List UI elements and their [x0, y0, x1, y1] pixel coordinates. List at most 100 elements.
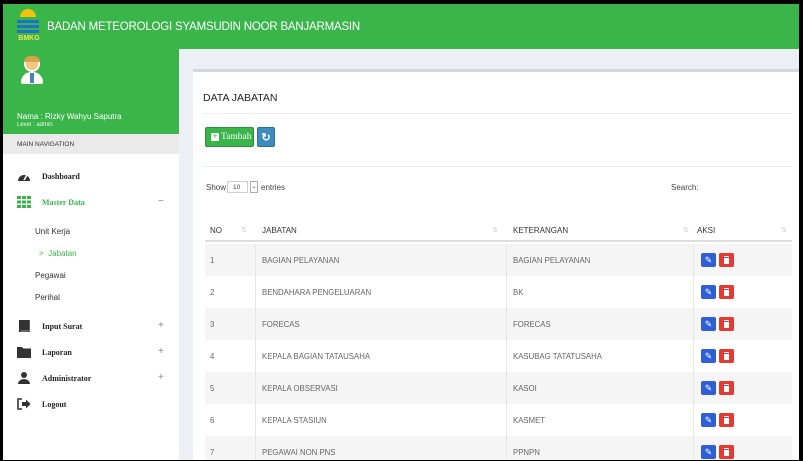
trash-icon[interactable]: [719, 413, 734, 427]
cell-keterangan: PPNPN: [513, 448, 540, 457]
trash-icon[interactable]: [719, 381, 734, 395]
edit-icon[interactable]: ✎: [701, 349, 716, 363]
cell-jabatan: PEGAWAI NON PNS: [262, 448, 336, 457]
grid-icon: [17, 196, 31, 208]
cell-jabatan: KEPALA STASIUN: [262, 416, 327, 425]
sidebar-item-input-surat[interactable]: Input Surat +: [3, 315, 179, 337]
cell-keterangan: BAGIAN PELAYANAN: [513, 256, 591, 265]
refresh-button[interactable]: ↻: [257, 127, 275, 147]
cell-no: 1: [210, 256, 215, 265]
cell-no: 5: [210, 384, 215, 393]
nav-header: MAIN NAVIGATION: [3, 134, 179, 154]
edit-icon[interactable]: ✎: [701, 317, 716, 331]
avatar: [21, 56, 43, 84]
cell-keterangan: BK: [513, 288, 524, 297]
sort-icon[interactable]: ⇅: [492, 226, 498, 234]
sidebar-item-logout[interactable]: Logout: [3, 393, 179, 415]
edit-icon[interactable]: ✎: [701, 381, 716, 395]
sort-icon[interactable]: ⇅: [683, 226, 689, 234]
search-label: Search:: [671, 183, 699, 192]
table-row: 5 KEPALA OBSERVASI KASOI ✎: [205, 372, 792, 404]
sidebar-item-label: Input Surat: [42, 322, 83, 331]
expand-icon[interactable]: +: [158, 320, 164, 331]
plus-icon: +: [211, 132, 219, 141]
sidebar-item-label: Administrator: [42, 374, 92, 383]
entries-label: entries: [261, 183, 286, 192]
table-header: NO ⇅ JABATAN ⇅ KETERANGAN ⇅ AKSI ⇅: [205, 217, 792, 242]
sidebar-subitem-pegawai[interactable]: Pegawai: [35, 271, 66, 280]
cell-no: 4: [210, 352, 215, 361]
cell-no: 3: [210, 320, 215, 329]
trash-icon[interactable]: [719, 285, 734, 299]
top-bar: BMKG BADAN METEOROLOGI SYAMSUDIN NOOR BA…: [3, 4, 799, 49]
cell-jabatan: KEPALA BAGIAN TATAUSAHA: [262, 352, 371, 361]
trash-icon[interactable]: [719, 445, 734, 459]
sort-icon[interactable]: ⇅: [781, 226, 787, 234]
cell-jabatan: KEPALA OBSERVASI: [262, 384, 338, 393]
cell-no: 7: [210, 448, 215, 457]
page-title: DATA JABATAN: [203, 92, 278, 104]
logo-text: BMKG: [18, 35, 40, 42]
logout-icon: [17, 398, 31, 410]
dashboard-icon: [18, 174, 30, 181]
sidebar-item-label: Laporan: [42, 348, 72, 357]
expand-icon[interactable]: +: [158, 346, 164, 357]
sidebar-item-dashboard[interactable]: Dashboard: [3, 165, 179, 187]
edit-icon[interactable]: ✎: [701, 413, 716, 427]
column-header-aksi: AKSI: [697, 226, 716, 235]
cell-keterangan: KASMET: [513, 416, 546, 425]
sidebar: Nama : Rizky Wahyu Saputra Level : admin…: [3, 49, 179, 460]
sidebar-item-administrator[interactable]: Administrator +: [3, 367, 179, 389]
trash-icon[interactable]: [719, 349, 734, 363]
sidebar-item-master-data[interactable]: Master Data −: [3, 191, 179, 213]
user-icon: [18, 372, 30, 384]
search-input[interactable]: [703, 179, 791, 194]
table-row: 7 PEGAWAI NON PNS PPNPN ✎: [205, 436, 792, 460]
sidebar-item-label: Master Data: [42, 198, 85, 207]
refresh-icon: ↻: [261, 131, 271, 144]
chevron-down-icon[interactable]: ⌄: [250, 181, 258, 193]
cell-jabatan: FORECAS: [262, 320, 300, 329]
sidebar-item-laporan[interactable]: Laporan +: [3, 341, 179, 363]
cell-no: 6: [210, 416, 215, 425]
edit-icon[interactable]: ✎: [701, 445, 716, 459]
cell-keterangan: KASUBAG TATATUSAHA: [513, 352, 602, 361]
app-title: BADAN METEOROLOGI SYAMSUDIN NOOR BANJARM…: [47, 21, 361, 33]
trash-icon[interactable]: [719, 253, 734, 267]
table-row: 1 BAGIAN PELAYANAN BAGIAN PELAYANAN ✎: [205, 244, 792, 276]
app-window: BMKG BADAN METEOROLOGI SYAMSUDIN NOOR BA…: [3, 4, 799, 460]
sidebar-subitem-unit-kerja[interactable]: Unit Kerja: [35, 227, 70, 236]
sort-icon[interactable]: ⇅: [241, 226, 247, 234]
edit-icon[interactable]: ✎: [701, 285, 716, 299]
column-header-jabatan[interactable]: JABATAN: [262, 226, 297, 235]
user-level: Level : admin: [17, 122, 53, 128]
table-row: 2 BENDAHARA PENGELUARAN BK ✎: [205, 276, 792, 308]
chevron-right-icon: >: [39, 249, 44, 258]
sidebar-subitem-perihal[interactable]: Perihal: [35, 293, 60, 302]
table-row: 6 KEPALA STASIUN KASMET ✎: [205, 404, 792, 436]
column-header-keterangan[interactable]: KETERANGAN: [513, 226, 568, 235]
bmkg-logo-icon: BMKG: [17, 9, 40, 45]
cell-jabatan: BENDAHARA PENGELUARAN: [262, 288, 372, 297]
user-name: Nama : Rizky Wahyu Saputra: [17, 112, 122, 121]
column-header-no[interactable]: NO: [210, 226, 222, 235]
book-icon: [18, 320, 30, 332]
content-box: DATA JABATAN + Tambah ↻ Show 10 ⌄ entrie…: [193, 69, 799, 460]
trash-icon[interactable]: [719, 317, 734, 331]
collapse-icon[interactable]: −: [158, 196, 164, 207]
edit-icon[interactable]: ✎: [701, 253, 716, 267]
sidebar-item-label: Dashboard: [42, 172, 80, 181]
cell-no: 2: [210, 288, 215, 297]
expand-icon[interactable]: +: [158, 372, 164, 383]
table-row: 3 FORECAS FORECAS ✎: [205, 308, 792, 340]
entries-select[interactable]: 10: [227, 181, 248, 193]
divider: [203, 166, 793, 167]
sidebar-subitem-label: Jabatan: [48, 249, 77, 258]
add-button-label: Tambah: [221, 132, 252, 142]
folder-icon: [17, 347, 31, 358]
cell-keterangan: KASOI: [513, 384, 537, 393]
add-button[interactable]: + Tambah: [205, 127, 254, 147]
sidebar-subitem-jabatan[interactable]: > Jabatan: [39, 249, 77, 258]
table-row: 4 KEPALA BAGIAN TATAUSAHA KASUBAG TATATUSA…: [205, 340, 792, 372]
cell-jabatan: BAGIAN PELAYANAN: [262, 256, 340, 265]
